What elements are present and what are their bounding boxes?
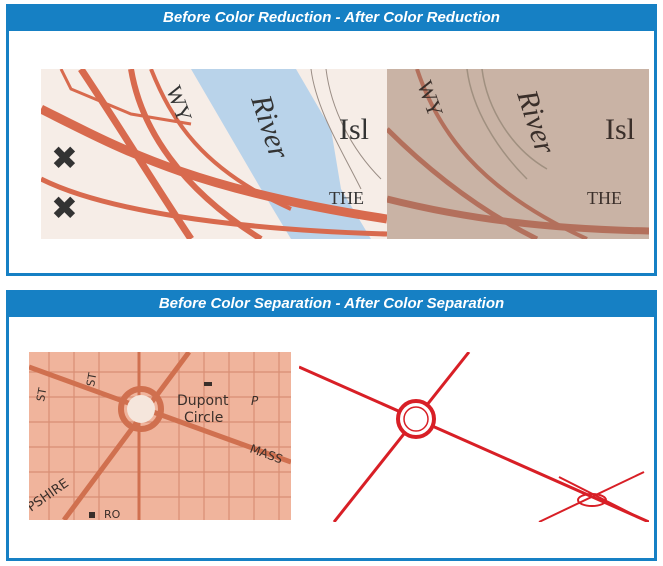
before-reduction-map-graphic: ✖ ✖ River Isl WY THE: [41, 69, 387, 239]
label-the: THE: [587, 188, 622, 208]
color-reduction-title: Before Color Reduction - After Color Red…: [9, 7, 654, 31]
svg-text:✖: ✖: [51, 139, 78, 177]
after-color-separation-map: [299, 352, 649, 522]
building-symbol: [89, 512, 95, 518]
label-isl: Isl: [605, 113, 635, 146]
label-circle: Circle: [184, 410, 223, 426]
label-pshire: PSHIRE: [29, 476, 72, 515]
street-grid: [29, 352, 291, 520]
label-p: P: [251, 394, 259, 408]
label-st: ST: [34, 386, 49, 402]
color-separation-title: Before Color Separation - After Color Se…: [9, 293, 654, 317]
label-the: THE: [329, 188, 364, 208]
before-color-reduction-map: ✖ ✖ River Isl WY THE: [41, 69, 387, 239]
label-dupont: Dupont: [177, 393, 229, 409]
building-symbol: [204, 382, 212, 386]
after-color-reduction-map: River Isl WY THE: [387, 69, 649, 239]
label-river: River: [510, 85, 562, 158]
after-separation-map-graphic: [299, 352, 649, 522]
dupont-circle-center: [127, 395, 155, 423]
label-st-2: ST: [84, 371, 99, 387]
avenue-road-2: [61, 352, 192, 520]
label-isl: Isl: [339, 113, 369, 146]
color-reduction-panel: Before Color Reduction - After Color Red…: [6, 4, 657, 276]
contour-line: [466, 69, 528, 180]
after-reduction-map-graphic: River Isl WY THE: [387, 69, 649, 239]
separated-avenue-2: [332, 352, 471, 522]
label-wy: WY: [412, 77, 448, 120]
before-separation-map-graphic: Dupont Circle P MASS ST ST PSHIRE RO: [29, 352, 291, 520]
separated-ramp-2: [558, 476, 645, 521]
color-separation-panel: Before Color Separation - After Color Se…: [6, 290, 657, 561]
before-color-separation-map: Dupont Circle P MASS ST ST PSHIRE RO: [29, 352, 291, 520]
svg-text:✖: ✖: [51, 189, 78, 227]
label-ro: RO: [104, 508, 121, 520]
